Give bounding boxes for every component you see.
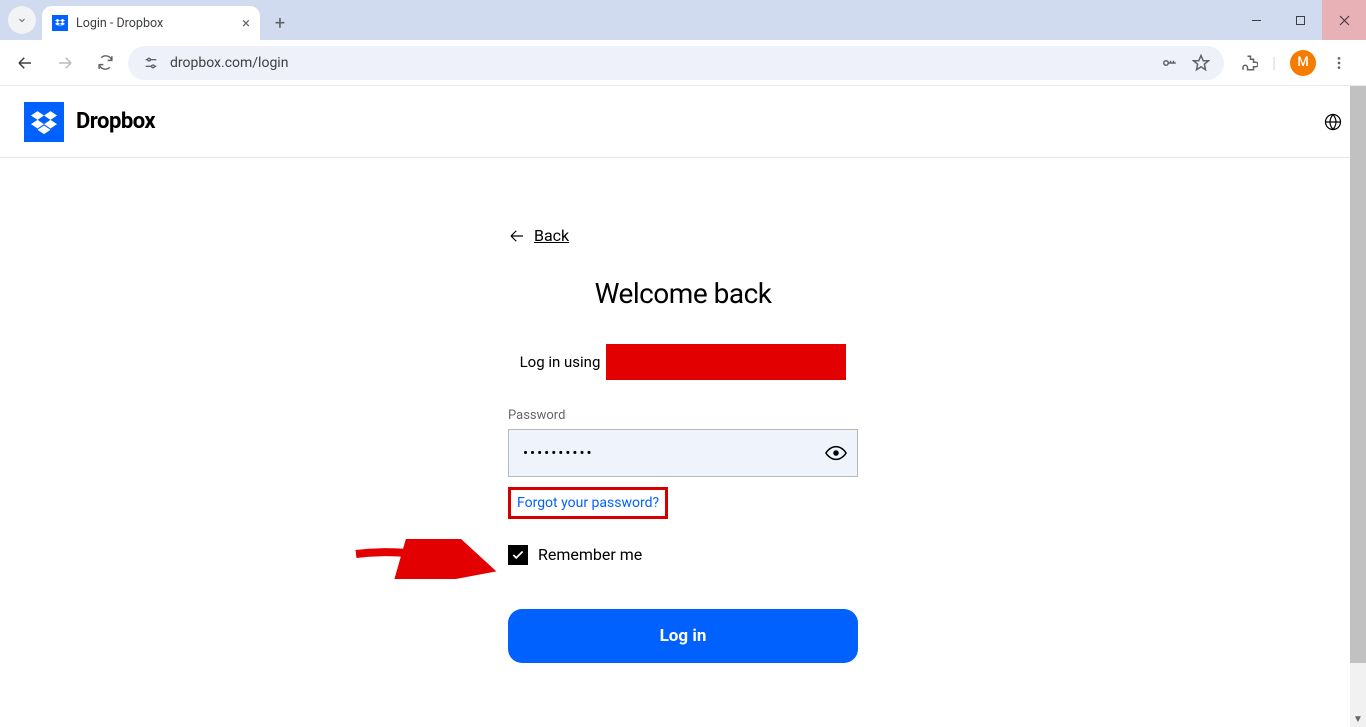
tabs-dropdown-button[interactable] bbox=[8, 6, 36, 34]
window-controls bbox=[1234, 0, 1366, 40]
remember-me-checkbox[interactable]: Remember me bbox=[508, 545, 858, 565]
password-key-icon[interactable] bbox=[1160, 54, 1178, 72]
checkbox-checked-icon bbox=[508, 545, 528, 565]
window-close-button[interactable] bbox=[1322, 0, 1366, 40]
dropbox-glyph-icon bbox=[24, 102, 64, 142]
window-maximize-button[interactable] bbox=[1278, 0, 1322, 40]
brand-name: Dropbox bbox=[76, 109, 155, 134]
scroll-down-icon[interactable]: ▼ bbox=[1350, 711, 1366, 727]
dropbox-favicon bbox=[52, 15, 68, 31]
back-link[interactable]: Back bbox=[508, 226, 569, 245]
login-using-text: Log in using bbox=[508, 344, 858, 380]
arrow-left-icon bbox=[508, 227, 526, 245]
tab-close-button[interactable]: × bbox=[242, 14, 250, 32]
url-text: dropbox.com/login bbox=[170, 55, 288, 71]
eye-icon bbox=[825, 442, 847, 464]
nav-forward-button[interactable] bbox=[48, 46, 82, 80]
vertical-scrollbar[interactable]: ▲ ▼ bbox=[1350, 86, 1366, 727]
browser-toolbar: dropbox.com/login | M bbox=[0, 40, 1366, 86]
browser-tab-strip: Login - Dropbox × + bbox=[0, 0, 1366, 40]
redacted-email bbox=[606, 344, 846, 380]
window-minimize-button[interactable] bbox=[1234, 0, 1278, 40]
profile-avatar[interactable]: M bbox=[1290, 50, 1316, 76]
extensions-icon[interactable] bbox=[1240, 54, 1258, 72]
language-globe-icon[interactable] bbox=[1324, 113, 1342, 131]
site-settings-icon[interactable] bbox=[142, 54, 160, 72]
back-label: Back bbox=[534, 226, 569, 245]
forgot-password-link[interactable]: Forgot your password? bbox=[508, 487, 668, 519]
tab-title: Login - Dropbox bbox=[76, 16, 234, 31]
chrome-menu-icon[interactable] bbox=[1330, 54, 1348, 72]
page-heading: Welcome back bbox=[508, 277, 858, 310]
password-input[interactable] bbox=[508, 429, 858, 477]
scrollbar-thumb[interactable] bbox=[1350, 86, 1366, 663]
nav-reload-button[interactable] bbox=[88, 46, 122, 80]
browser-tab[interactable]: Login - Dropbox × bbox=[42, 6, 260, 40]
address-bar[interactable]: dropbox.com/login bbox=[128, 46, 1224, 80]
show-password-button[interactable] bbox=[824, 441, 848, 465]
new-tab-button[interactable]: + bbox=[266, 9, 294, 37]
page-content: Dropbox Back Welcome back Log in using P… bbox=[0, 86, 1366, 727]
dropbox-logo[interactable]: Dropbox bbox=[24, 102, 155, 142]
login-button[interactable]: Log in bbox=[508, 609, 858, 663]
bookmark-star-icon[interactable] bbox=[1192, 54, 1210, 72]
site-header: Dropbox bbox=[0, 86, 1366, 158]
remember-label: Remember me bbox=[538, 545, 642, 564]
password-label: Password bbox=[508, 408, 858, 423]
nav-back-button[interactable] bbox=[8, 46, 42, 80]
